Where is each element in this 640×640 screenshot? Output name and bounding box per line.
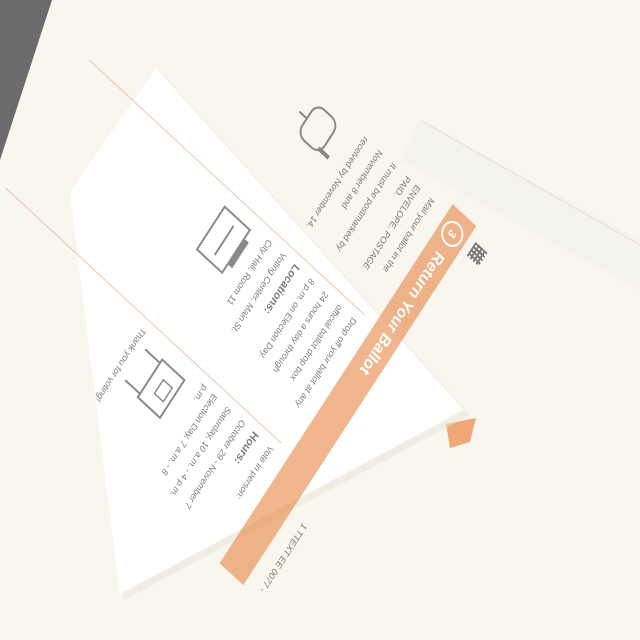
step-number-badge: 3 [436, 215, 468, 253]
photo-scene: 1 TTEXT EE 0077 - 3 Return Your Ballot M… [0, 0, 640, 640]
qr-code [466, 241, 488, 267]
